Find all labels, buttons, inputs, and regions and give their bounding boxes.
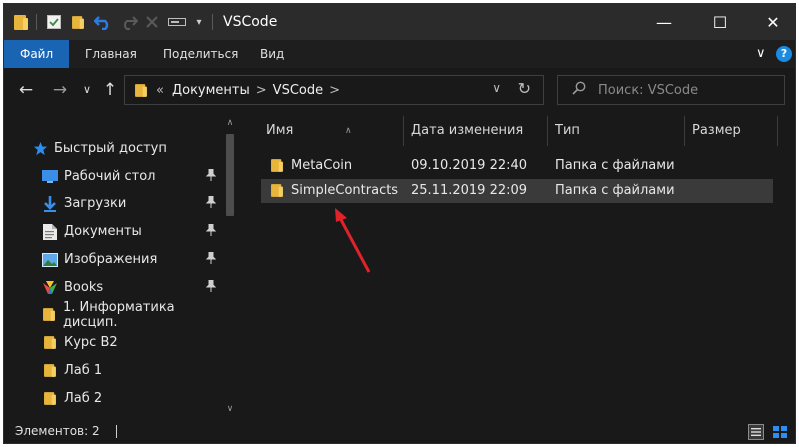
redo-icon[interactable] [118, 12, 140, 32]
documents-icon [42, 223, 58, 240]
tab-home[interactable]: Главная [71, 40, 151, 68]
address-overflow[interactable]: « [156, 83, 164, 98]
sidebar-item-informatika[interactable]: 1. Информатика дисцип. [42, 299, 222, 330]
sidebar-item-label: Рабочий стол [64, 169, 156, 184]
breadcrumb-separator[interactable]: > [329, 83, 340, 98]
sidebar-item-label: Документы [64, 224, 142, 239]
tab-share[interactable]: Поделиться [149, 40, 252, 68]
folder-icon [12, 12, 30, 32]
maximize-button[interactable]: ☐ [691, 4, 749, 40]
pin-icon[interactable] [205, 195, 217, 211]
expand-ribbon-icon[interactable]: ∨ [756, 40, 766, 68]
search-icon [572, 81, 586, 99]
address-dropdown-icon[interactable]: ∨ [492, 81, 501, 95]
toolbar-separator [212, 14, 213, 30]
refresh-icon[interactable]: ↻ [518, 79, 531, 98]
breadcrumb-separator[interactable]: > [256, 83, 267, 98]
sidebar-item-lab-2[interactable]: Лаб 2 [42, 385, 222, 412]
tab-file[interactable]: Файл [4, 40, 70, 68]
folder-icon [134, 83, 148, 98]
close-button[interactable]: ✕ [744, 4, 795, 40]
title-bar: ▾ VSCode — ☐ ✕ [4, 4, 795, 40]
sidebar-item-pictures[interactable]: Изображения [42, 246, 222, 273]
books-icon [42, 280, 58, 296]
ribbon-tabs: Файл Главная Поделиться Вид ∨ ? [4, 40, 795, 68]
recent-locations-button[interactable]: ∨ [79, 78, 95, 102]
sidebar-item-label: Быстрый доступ [54, 141, 167, 156]
folder-icon [42, 307, 57, 323]
status-separator [116, 425, 117, 438]
sidebar-item-downloads[interactable]: Загрузки [42, 190, 222, 217]
large-icons-view-icon[interactable] [772, 424, 788, 440]
download-icon [42, 195, 58, 212]
customize-toolbar-icon[interactable]: ▾ [192, 12, 206, 32]
pin-icon[interactable] [205, 223, 217, 239]
sidebar-item-label: Загрузки [64, 196, 127, 211]
window-title: VSCode [223, 14, 278, 30]
sidebar-item-quick-access[interactable]: Быстрый доступ [32, 135, 250, 162]
address-bar[interactable]: « Документы > VSCode > ∨ ↻ [124, 75, 544, 105]
sidebar-item-label: 1. Информатика дисцип. [62, 299, 175, 330]
scrollbar-thumb[interactable] [226, 134, 234, 216]
breadcrumb-documents[interactable]: Документы [172, 83, 250, 98]
pin-icon[interactable] [205, 279, 217, 295]
explorer-window: ▾ VSCode — ☐ ✕ Файл Главная Поделиться В… [3, 3, 796, 444]
file-list: Имя ∧ Дата изменения Тип Размер MetaCoin… [244, 112, 795, 419]
sidebar-scrollbar[interactable]: ∧ ∨ [222, 112, 238, 419]
back-button[interactable]: ← [15, 78, 37, 102]
tab-view[interactable]: Вид [246, 40, 298, 68]
search-placeholder: Поиск: VSCode [598, 82, 699, 98]
scroll-down-icon[interactable]: ∨ [222, 404, 238, 418]
sidebar-item-label: Курс В2 [64, 335, 118, 350]
rename-icon[interactable] [166, 12, 188, 32]
sidebar-item-label: Лаб 1 [64, 363, 103, 378]
properties-icon[interactable] [44, 12, 64, 32]
toolbar-separator [36, 14, 37, 30]
pin-icon[interactable] [205, 251, 217, 267]
new-folder-icon[interactable] [68, 12, 88, 32]
scroll-up-icon[interactable]: ∧ [222, 118, 238, 132]
minimize-button[interactable]: — [635, 4, 693, 40]
pictures-icon [42, 252, 58, 268]
details-view-icon[interactable] [748, 424, 764, 440]
status-bar: Элементов: 2 [4, 419, 795, 443]
help-icon[interactable]: ? [776, 46, 792, 62]
annotation-arrow [335, 208, 371, 273]
sidebar-item-label: Лаб 2 [64, 391, 103, 406]
breadcrumb-vscode[interactable]: VSCode [273, 83, 323, 98]
folder-icon [42, 363, 58, 379]
sidebar-item-lab-1[interactable]: Лаб 1 [42, 357, 222, 384]
star-icon [32, 141, 48, 157]
desktop-icon [42, 169, 58, 185]
navigation-bar: ← → ∨ ↑ « Документы > VSCode > ∨ ↻ Поиск… [4, 68, 795, 112]
sidebar-item-label: Books [64, 280, 104, 295]
sidebar-item-desktop[interactable]: Рабочий стол [42, 163, 222, 190]
folder-icon [42, 335, 58, 351]
sidebar-item-kurs-b2[interactable]: Курс В2 [42, 329, 222, 356]
pin-icon[interactable] [205, 168, 217, 184]
delete-icon[interactable] [142, 12, 162, 32]
search-input[interactable]: Поиск: VSCode [557, 75, 785, 105]
up-button[interactable]: ↑ [100, 78, 120, 102]
folder-icon [42, 391, 58, 407]
forward-button[interactable]: → [49, 78, 71, 102]
sidebar-item-books[interactable]: Books [42, 274, 222, 301]
sidebar-item-documents[interactable]: Документы [42, 218, 222, 245]
undo-icon[interactable] [92, 12, 114, 32]
navigation-pane: Быстрый доступ Рабочий стол Загрузки Док… [4, 112, 239, 419]
sidebar-item-label: Изображения [64, 252, 158, 267]
item-count: Элементов: 2 [15, 424, 100, 438]
